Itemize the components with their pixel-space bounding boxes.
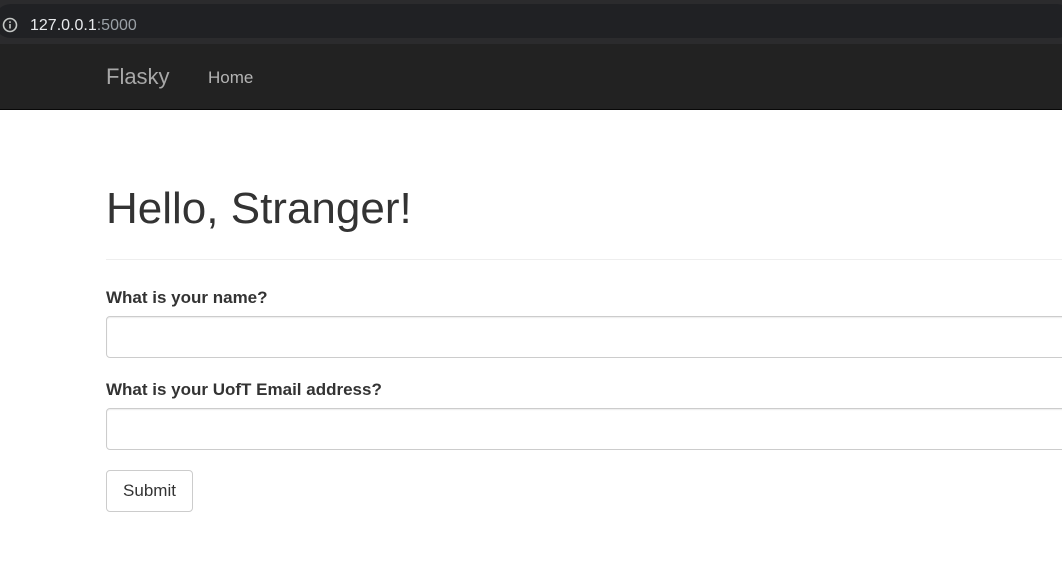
url-text[interactable]: 127.0.0.1:5000 <box>30 16 137 36</box>
navbar: Flasky Home <box>0 44 1062 110</box>
nav-item-home[interactable]: Home <box>208 68 253 88</box>
submit-button[interactable]: Submit <box>106 470 193 512</box>
name-input[interactable] <box>106 316 1062 358</box>
title-divider <box>106 259 1062 260</box>
email-input[interactable] <box>106 408 1062 450</box>
page-title: Hello, Stranger! <box>106 184 412 233</box>
brand-link[interactable]: Flasky <box>106 64 170 90</box>
url-host: 127.0.0.1 <box>30 17 97 34</box>
url-port: :5000 <box>96 17 137 34</box>
browser-toolbar: 127.0.0.1:5000 <box>0 0 1062 44</box>
email-label: What is your UofT Email address? <box>106 380 382 399</box>
name-label: What is your name? <box>106 288 268 307</box>
info-circle-icon[interactable] <box>2 17 18 33</box>
address-bar[interactable]: 127.0.0.1:5000 <box>0 4 1062 38</box>
